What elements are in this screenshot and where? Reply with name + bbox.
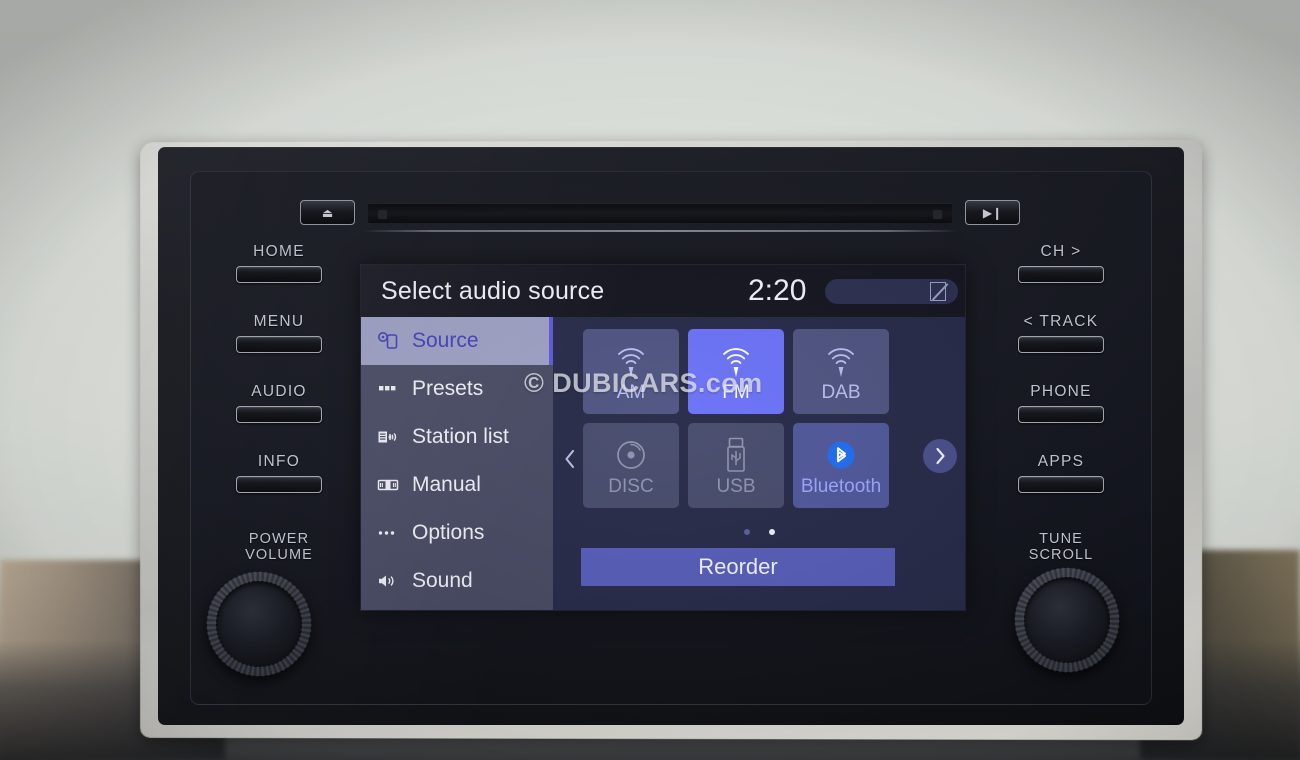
sidebar-item-sound-label: Sound xyxy=(412,569,473,592)
hardkey-audio-button[interactable] xyxy=(236,406,322,423)
source-tile-am-label: AM xyxy=(616,381,646,403)
page-dot-2[interactable] xyxy=(768,529,775,535)
sidebar-item-presets[interactable]: Presets xyxy=(361,365,553,413)
hardkey-ch-label: CH > xyxy=(1040,243,1082,260)
sidebar-item-presets-label: Presets xyxy=(412,377,484,400)
sidebar-item-station-list-label: Station list xyxy=(412,425,509,448)
prev-page-arrow[interactable] xyxy=(559,445,581,473)
sidebar-item-manual-label: Manual xyxy=(412,473,481,496)
page-title: Select audio source xyxy=(381,277,605,305)
radio-waves-icon xyxy=(608,341,654,381)
hardkey-menu-label: MENU xyxy=(253,313,305,330)
left-hardkey-column: HOME MENU AUDIO INFO xyxy=(206,243,352,523)
options-icon xyxy=(377,522,403,544)
source-tile-fm[interactable]: FM xyxy=(688,329,784,414)
next-page-arrow[interactable] xyxy=(923,439,957,473)
chevron-left-icon xyxy=(565,449,575,469)
lcd-screen[interactable]: Select audio source 2:20 Source Presets … xyxy=(361,265,965,610)
hardkey-menu[interactable]: MENU xyxy=(206,313,352,383)
tune-scroll-label: TUNE SCROLL xyxy=(988,531,1134,563)
hardkey-home-button[interactable] xyxy=(236,266,322,283)
power-volume-knob[interactable] xyxy=(207,572,311,676)
sidebar-item-options-label: Options xyxy=(412,521,485,544)
power-volume-label-line1: POWER xyxy=(248,531,310,547)
play-pause-button[interactable]: ▶❙ xyxy=(965,200,1020,225)
screen-body: Source Presets Station list Manual Optio… xyxy=(361,317,965,610)
hardkey-info-label: INFO xyxy=(257,453,301,470)
source-tile-fm-label: FM xyxy=(722,381,750,403)
hardkey-apps[interactable]: APPS xyxy=(988,453,1134,523)
source-tile-usb-label: USB xyxy=(716,475,756,497)
hardkey-home[interactable]: HOME xyxy=(206,243,352,313)
bluetooth-icon xyxy=(824,435,858,475)
source-tile-disc[interactable]: DISC xyxy=(583,423,679,508)
station-list-icon xyxy=(377,426,403,448)
radio-waves-icon xyxy=(713,341,759,381)
screen-status-bar: Select audio source 2:20 xyxy=(361,265,965,317)
hardkey-phone-button[interactable] xyxy=(1018,406,1104,423)
source-tile-grid: AM FM DAB DISC USB Bluetooth xyxy=(583,329,893,508)
source-tile-bluetooth[interactable]: Bluetooth xyxy=(793,423,889,508)
hardkey-track-label: < TRACK xyxy=(1023,313,1099,330)
sidebar-item-source[interactable]: Source xyxy=(361,317,553,365)
tune-scroll-label-line2: SCROLL xyxy=(1028,547,1094,563)
sidebar: Source Presets Station list Manual Optio… xyxy=(361,317,553,610)
tune-scroll-knob[interactable] xyxy=(1015,568,1119,672)
reorder-button[interactable]: Reorder xyxy=(581,548,895,586)
hardkey-apps-button[interactable] xyxy=(1018,476,1104,493)
clock: 2:20 xyxy=(748,274,807,307)
cd-slot-underline xyxy=(362,230,958,232)
hardkey-ch-button[interactable] xyxy=(1018,266,1104,283)
sidebar-item-station-list[interactable]: Station list xyxy=(361,413,553,461)
source-tile-dab-label: DAB xyxy=(821,381,861,403)
eject-button[interactable]: ⏏ xyxy=(300,200,355,225)
source-tile-bluetooth-label: Bluetooth xyxy=(800,475,882,497)
disc-icon xyxy=(614,435,648,475)
hardkey-track[interactable]: < TRACK xyxy=(988,313,1134,383)
chevron-right-icon xyxy=(936,447,945,465)
hardkey-home-label: HOME xyxy=(253,243,305,260)
no-signal-icon xyxy=(930,282,946,301)
sidebar-item-manual[interactable]: Manual xyxy=(361,461,553,509)
hardkey-apps-label: APPS xyxy=(1037,453,1085,470)
usb-icon xyxy=(724,435,748,475)
hardkey-phone[interactable]: PHONE xyxy=(988,383,1134,453)
hardkey-track-button[interactable] xyxy=(1018,336,1104,353)
page-dots xyxy=(553,529,965,535)
source-icon xyxy=(377,330,403,352)
source-tile-am[interactable]: AM xyxy=(583,329,679,414)
sidebar-item-source-label: Source xyxy=(412,329,479,352)
hardkey-info[interactable]: INFO xyxy=(206,453,352,523)
hardkey-phone-label: PHONE xyxy=(1030,383,1092,400)
hardkey-ch[interactable]: CH > xyxy=(988,243,1134,313)
power-volume-label: POWER VOLUME xyxy=(206,531,352,563)
power-volume-label-line2: VOLUME xyxy=(245,547,313,563)
presets-icon xyxy=(377,378,403,400)
hardkey-audio[interactable]: AUDIO xyxy=(206,383,352,453)
sidebar-item-sound[interactable]: Sound xyxy=(361,557,553,605)
sidebar-item-options[interactable]: Options xyxy=(361,509,553,557)
cd-slot xyxy=(368,203,952,223)
sound-icon xyxy=(377,570,403,592)
hardkey-menu-button[interactable] xyxy=(236,336,322,353)
hardkey-audio-label: AUDIO xyxy=(251,383,307,400)
source-tile-dab[interactable]: DAB xyxy=(793,329,889,414)
radio-waves-icon xyxy=(818,341,864,381)
source-tiles-panel: AM FM DAB DISC USB Bluetooth Reorder xyxy=(553,317,965,610)
source-tile-usb[interactable]: USB xyxy=(688,423,784,508)
hardkey-info-button[interactable] xyxy=(236,476,322,493)
source-tile-disc-label: DISC xyxy=(608,475,654,497)
tune-scroll-label-line1: TUNE xyxy=(1039,531,1083,547)
right-hardkey-column: CH > < TRACK PHONE APPS xyxy=(988,243,1134,523)
page-dot-1[interactable] xyxy=(743,529,750,535)
manual-icon xyxy=(377,474,403,496)
status-pill xyxy=(825,279,958,304)
cd-slot-row: ⏏ ▶❙ xyxy=(300,200,1020,232)
